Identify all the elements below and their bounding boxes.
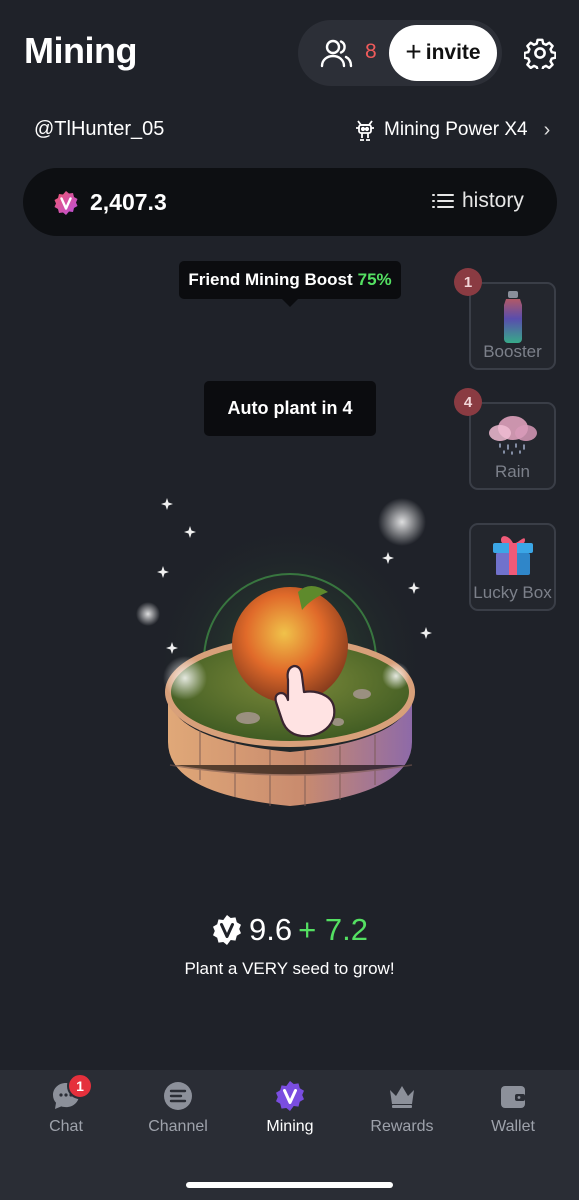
friends-count: 8 bbox=[365, 40, 377, 63]
nav-channel[interactable]: Channel bbox=[123, 1080, 233, 1136]
nav-wallet[interactable]: Wallet bbox=[458, 1080, 568, 1136]
auto-plant-tooltip: Auto plant in 4 bbox=[204, 381, 376, 436]
booster-badge: 1 bbox=[454, 268, 482, 296]
nav-mining[interactable]: Mining bbox=[235, 1080, 345, 1136]
friend-boost-tooltip: Friend Mining Boost 75% bbox=[179, 261, 401, 307]
gear-icon[interactable] bbox=[524, 37, 556, 69]
booster-label: Booster bbox=[483, 342, 542, 361]
booster-bottle-icon bbox=[503, 291, 522, 343]
mining-island[interactable] bbox=[130, 480, 460, 840]
v-coin-icon bbox=[54, 191, 78, 215]
history-label: history bbox=[462, 189, 524, 212]
nav-label: Channel bbox=[148, 1118, 208, 1135]
mining-power-label: Mining Power X4 bbox=[384, 119, 528, 140]
nav-label: Rewards bbox=[370, 1118, 434, 1135]
plus-icon: + bbox=[405, 35, 422, 67]
base-rate: 9.6 bbox=[249, 912, 293, 947]
nav-label: Mining bbox=[266, 1118, 314, 1135]
boost-percent: 75% bbox=[357, 270, 392, 289]
rain-tile[interactable]: Rain bbox=[469, 402, 556, 490]
mining-power-link[interactable]: Mining Power X4 › bbox=[354, 116, 550, 144]
home-indicator bbox=[186, 1182, 393, 1188]
list-icon bbox=[432, 194, 454, 208]
nav-label: Wallet bbox=[491, 1118, 535, 1135]
nav-label: Chat bbox=[49, 1118, 83, 1135]
lucky-box-label: Lucky Box bbox=[473, 583, 552, 602]
chat-badge: 1 bbox=[67, 1073, 93, 1099]
chevron-right-icon: › bbox=[543, 118, 551, 141]
mining-icon bbox=[276, 1081, 304, 1111]
username: @TlHunter_05 bbox=[34, 118, 165, 140]
boost-text: Friend Mining Boost bbox=[188, 270, 353, 289]
booster-tile[interactable]: Booster bbox=[469, 282, 556, 370]
bonus-rate: + 7.2 bbox=[298, 912, 368, 947]
balance-value: 2,407.3 bbox=[90, 189, 167, 215]
invite-label: invite bbox=[425, 41, 481, 64]
crown-icon bbox=[390, 1086, 414, 1108]
rain-cloud-icon bbox=[488, 416, 537, 455]
nav-rewards[interactable]: Rewards bbox=[347, 1080, 457, 1136]
history-button[interactable]: history bbox=[432, 189, 524, 213]
gift-box-icon bbox=[492, 536, 533, 575]
invite-button[interactable]: + invite bbox=[389, 25, 497, 81]
mining-rate: 9.6 + 7.2 bbox=[0, 912, 579, 948]
lucky-box-tile[interactable]: Lucky Box bbox=[469, 523, 556, 611]
rain-badge: 4 bbox=[454, 388, 482, 416]
page-title: Mining bbox=[24, 30, 137, 71]
wallet-icon bbox=[501, 1086, 525, 1108]
robot-icon bbox=[356, 120, 374, 141]
v-coin-icon bbox=[213, 915, 242, 945]
channel-icon bbox=[164, 1082, 192, 1110]
rain-label: Rain bbox=[495, 462, 530, 481]
plant-hint: Plant a VERY seed to grow! bbox=[184, 959, 395, 978]
friends-icon[interactable] bbox=[320, 37, 354, 69]
nav-chat[interactable]: Chat bbox=[11, 1080, 121, 1136]
